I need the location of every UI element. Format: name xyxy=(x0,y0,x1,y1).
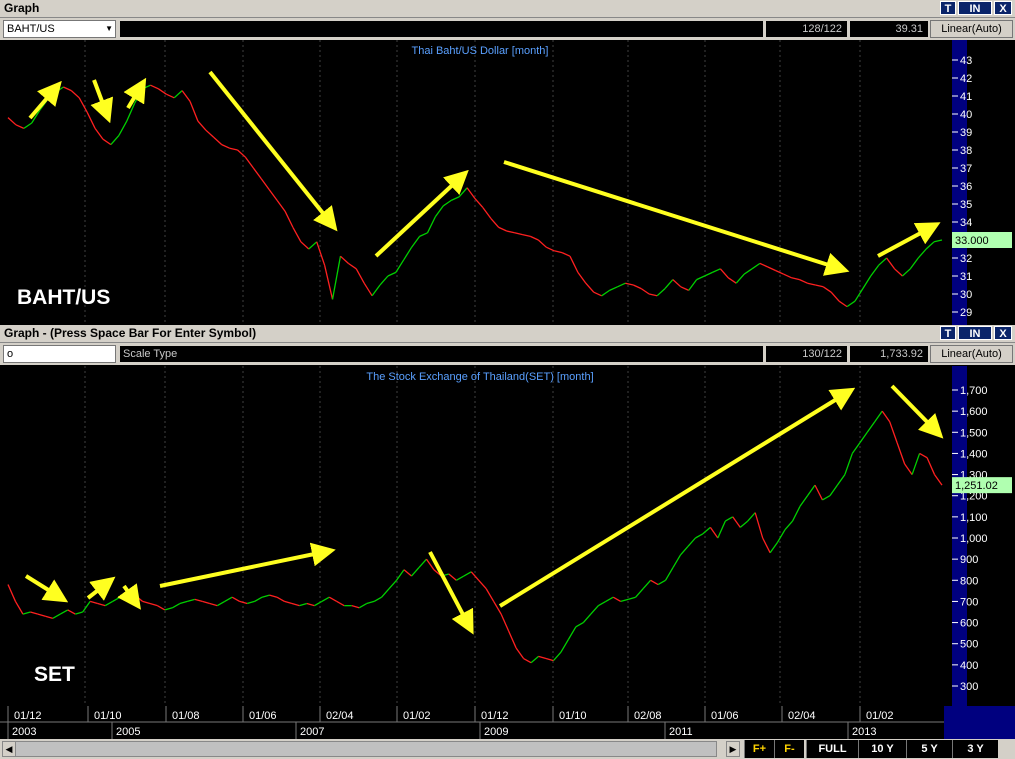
month-label: 01/02 xyxy=(403,710,431,722)
year-label: 2009 xyxy=(484,726,508,738)
bottom-in-button[interactable]: IN xyxy=(958,326,992,340)
bottom-count: 130/122 xyxy=(765,345,848,363)
bottom-chart: 3004005006007008009001,0001,1001,2001,30… xyxy=(0,366,1015,706)
last-value-label: 1,251.02 xyxy=(955,480,998,492)
year-label: 2013 xyxy=(852,726,876,738)
y-tick-label: 42 xyxy=(960,73,972,85)
year-label: 2011 xyxy=(669,726,693,738)
chart-title: The Stock Exchange of Thailand(SET) [mon… xyxy=(366,371,593,383)
top-close-button[interactable]: X xyxy=(994,1,1012,15)
time-axis: 01/12 01/10 01/08 01/06 02/04 01/02 01/12 01/10… xyxy=(0,706,1015,739)
time-axis-corner xyxy=(944,706,1015,739)
month-label: 01/06 xyxy=(711,710,739,722)
timeframe-10y-button[interactable]: 10 Y xyxy=(858,740,906,758)
month-label: 01/12 xyxy=(481,710,509,722)
top-count: 128/122 xyxy=(765,20,848,38)
scroll-left-arrow-icon[interactable]: ◀ xyxy=(2,741,16,757)
chevron-down-icon[interactable]: ▼ xyxy=(105,21,113,37)
y-tick-label: 1,600 xyxy=(960,406,988,418)
month-label: 01/06 xyxy=(249,710,277,722)
bottom-t-button[interactable]: T xyxy=(940,326,956,340)
y-tick-label: 38 xyxy=(960,145,972,157)
y-tick-label: 800 xyxy=(960,575,978,587)
zoom-in-button[interactable]: F+ xyxy=(744,740,774,758)
y-tick-label: 41 xyxy=(960,91,972,103)
y-tick-label: 700 xyxy=(960,596,978,608)
top-t-button[interactable]: T xyxy=(940,1,956,15)
timeframe-full-button[interactable]: FULL xyxy=(806,740,858,758)
y-tick-label: 37 xyxy=(960,163,972,175)
bottom-close-button[interactable]: X xyxy=(994,326,1012,340)
top-symbol-value: BAHT/US xyxy=(7,23,55,35)
bottom-title-bar: Graph - (Press Space Bar For Enter Symbo… xyxy=(0,325,1015,343)
y-tick-label: 400 xyxy=(960,660,978,672)
y-tick-label: 40 xyxy=(960,109,972,121)
top-scale-type xyxy=(119,20,764,38)
top-scale-mode[interactable]: Linear(Auto) xyxy=(930,20,1013,38)
bottom-symbol-value: o xyxy=(7,348,14,360)
chart-background xyxy=(0,40,1015,325)
bottom-info-bar: o Scale Type 130/122 1,733.92 Linear(Aut… xyxy=(0,343,1015,365)
top-symbol-select[interactable]: BAHT/US ▼ xyxy=(3,20,116,38)
y-tick-label: 1,100 xyxy=(960,512,988,524)
top-in-button[interactable]: IN xyxy=(958,1,992,15)
y-tick-label: 29 xyxy=(960,307,972,319)
month-label: 01/02 xyxy=(866,710,894,722)
top-value: 39.31 xyxy=(849,20,929,38)
bottom-symbol-input[interactable]: o xyxy=(3,345,116,363)
chart-title: Thai Baht/US Dollar [month] xyxy=(412,45,549,57)
y-tick-label: 36 xyxy=(960,181,972,193)
footer-bar: ◀ ▶ F+ F- FULL 10 Y 5 Y 3 Y xyxy=(0,739,1015,759)
y-tick-label: 900 xyxy=(960,554,978,566)
y-tick-label: 30 xyxy=(960,289,972,301)
y-tick-label: 34 xyxy=(960,217,972,229)
y-tick-label: 600 xyxy=(960,618,978,630)
month-label: 02/04 xyxy=(326,710,354,722)
y-tick-label: 31 xyxy=(960,271,972,283)
month-label: 02/04 xyxy=(788,710,816,722)
year-label: 2005 xyxy=(116,726,140,738)
y-tick-label: 1,400 xyxy=(960,448,988,460)
y-tick-label: 32 xyxy=(960,253,972,265)
year-label: 2003 xyxy=(12,726,36,738)
timeframe-5y-button[interactable]: 5 Y xyxy=(906,740,952,758)
top-title-bar: Graph T IN X xyxy=(0,0,1015,18)
month-label: 01/12 xyxy=(14,710,42,722)
horizontal-scrollbar[interactable] xyxy=(2,741,717,757)
top-info-bar: BAHT/US ▼ 128/122 39.31 Linear(Auto) xyxy=(0,18,1015,40)
scroll-right-arrow-icon[interactable]: ▶ xyxy=(726,741,740,757)
top-chart: 293031323334353637383940414243Thai Baht/… xyxy=(0,40,1015,325)
bottom-scale-mode[interactable]: Linear(Auto) xyxy=(930,345,1013,363)
y-tick-label: 1,000 xyxy=(960,533,988,545)
month-label: 02/08 xyxy=(634,710,662,722)
y-tick-label: 300 xyxy=(960,681,978,693)
bottom-window-title: Graph - (Press Space Bar For Enter Symbo… xyxy=(4,326,257,340)
month-label: 01/08 xyxy=(172,710,200,722)
y-tick-label: 43 xyxy=(960,55,972,67)
top-window-title: Graph xyxy=(4,1,40,15)
y-tick-label: 500 xyxy=(960,639,978,651)
y-tick-label: 1,700 xyxy=(960,385,988,397)
timeframe-3y-button[interactable]: 3 Y xyxy=(952,740,998,758)
bottom-value: 1,733.92 xyxy=(849,345,929,363)
month-label: 01/10 xyxy=(94,710,122,722)
chart-background xyxy=(0,366,1015,706)
year-label: 2007 xyxy=(300,726,324,738)
month-label: 01/10 xyxy=(559,710,587,722)
last-value-label: 33.000 xyxy=(955,235,989,247)
y-tick-label: 35 xyxy=(960,199,972,211)
bottom-scale-type: Scale Type xyxy=(119,345,764,363)
y-tick-label: 1,500 xyxy=(960,427,988,439)
zoom-out-button[interactable]: F- xyxy=(774,740,804,758)
bottom-overlay-label: SET xyxy=(34,663,75,686)
top-overlay-label: BAHT/US xyxy=(17,286,111,309)
y-tick-label: 39 xyxy=(960,127,972,139)
